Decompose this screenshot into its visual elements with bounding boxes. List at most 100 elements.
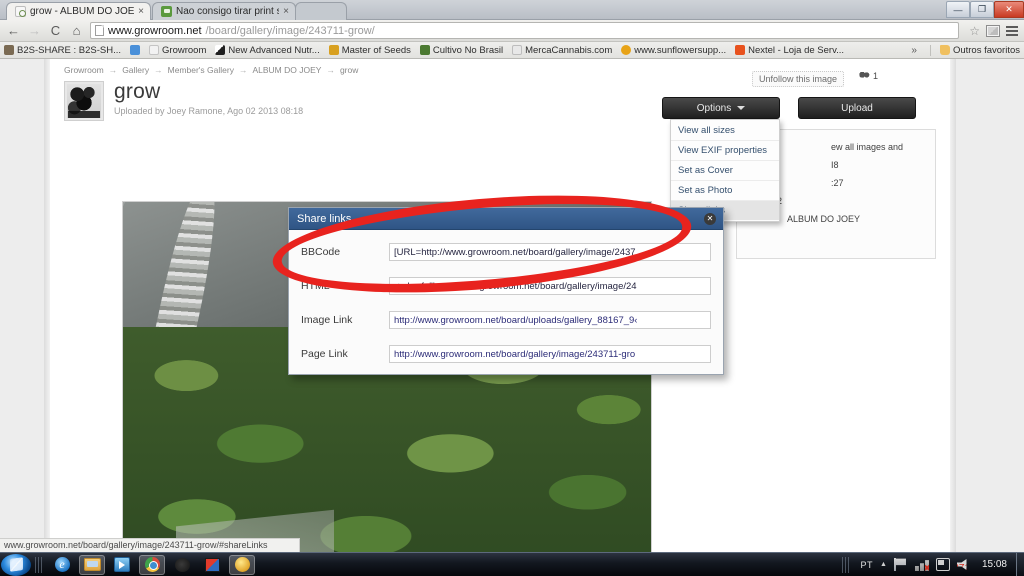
divider	[929, 44, 931, 56]
bookmark-favicon-icon	[328, 45, 339, 55]
menu-item-set-as-cover[interactable]: Set as Cover	[671, 161, 779, 181]
navigation-toolbar: ← → C ⌂ www.growroom.net/board/gallery/i…	[0, 20, 1024, 42]
info-value: :27	[831, 178, 844, 188]
followers-number: 1	[872, 71, 878, 81]
field-label: Page Link	[301, 347, 348, 360]
chrome-browser-window: grow - ALBUM DO JOEY - × Nao consigo tir…	[0, 0, 1024, 552]
page-info-icon	[95, 25, 104, 36]
close-icon[interactable]: ×	[138, 6, 144, 17]
dialog-titlebar: Share links ✕	[289, 208, 723, 230]
omnibox-actions: ☆	[965, 24, 1018, 38]
breadcrumb-item-growroom[interactable]: Growroom	[64, 65, 104, 75]
bookmark-new-advanced-nutr[interactable]: New Advanced Nutr...	[215, 44, 320, 56]
bookmark-label: Growroom	[162, 44, 207, 56]
tab-grow-album-do-joey[interactable]: grow - ALBUM DO JOEY - ×	[6, 2, 151, 20]
tab-title: grow - ALBUM DO JOEY -	[30, 6, 135, 17]
bbcode-input[interactable]: [URL=http://www.growroom.net/board/galle…	[389, 242, 711, 261]
breadcrumb-item-members-gallery[interactable]: Member's Gallery	[168, 65, 234, 75]
taskbar-opera-icon[interactable]	[169, 555, 195, 575]
upload-meta: Uploaded by Joey Ramone, Ago 02 2013 08:…	[114, 106, 304, 116]
menu-item-set-as-photo[interactable]: Set as Photo	[671, 181, 779, 201]
address-bar[interactable]: www.growroom.net/board/gallery/image/243…	[90, 22, 960, 39]
status-bar: www.growroom.net/board/gallery/image/243…	[0, 538, 300, 552]
info-value: ew all images and	[831, 142, 904, 152]
close-window-button[interactable]: ✕	[994, 1, 1024, 18]
volume-muted-icon[interactable]: \u2716	[956, 559, 967, 570]
bookmark-folder-outros-favoritos[interactable]: Outros favoritos	[939, 44, 1020, 56]
taskbar-internet-explorer-icon[interactable]	[49, 555, 75, 575]
taskbar-app-yellow-icon[interactable]	[229, 554, 255, 575]
bookmark-favicon-icon	[735, 45, 746, 55]
people-icon	[858, 71, 870, 81]
show-desktop-button[interactable]	[1016, 552, 1024, 576]
page-title: grow	[114, 80, 161, 103]
page-link-input[interactable]: http://www.growroom.net/board/gallery/im…	[389, 344, 711, 363]
bookmark-star-icon[interactable]: ☆	[969, 24, 980, 38]
bookmark-favicon-icon	[512, 45, 523, 55]
bookmark-sunflowersupp[interactable]: www.sunflowersupp...	[621, 45, 726, 56]
bookmark-b2s-share[interactable]: B2S-SHARE : B2S-SH...	[4, 45, 121, 56]
title-block: grow Uploaded by Joey Ramone, Ago 02 201…	[114, 80, 304, 117]
field-label: BBCode	[301, 245, 341, 258]
windows-taskbar: PT ▲ \u2716 15:08	[0, 552, 1024, 576]
hamburger-menu-icon[interactable]	[1006, 25, 1018, 36]
taskbar-grip[interactable]	[35, 556, 43, 573]
album-link[interactable]: ALBUM DO JOEY	[787, 210, 860, 228]
breadcrumb-item-grow[interactable]: grow	[340, 65, 358, 75]
bookmark-master-of-seeds[interactable]: Master of Seeds	[328, 45, 411, 56]
maximize-button[interactable]: ❐	[970, 1, 994, 18]
extension-icon[interactable]	[986, 24, 1000, 37]
page-edge-shadow	[950, 59, 956, 552]
taskbar-windows-explorer-icon[interactable]	[79, 554, 105, 575]
language-indicator[interactable]: PT	[861, 560, 874, 570]
back-arrow-icon[interactable]: ←	[6, 23, 21, 38]
address-path: /board/gallery/image/243711-grow/	[205, 24, 375, 37]
html-input[interactable]: <a href="http://www.growroom.net/board/g…	[389, 276, 711, 295]
image-link-input[interactable]: http://www.growroom.net/board/uploads/ga…	[389, 310, 711, 329]
action-center-flag-icon[interactable]	[893, 558, 906, 571]
screen-icon[interactable]	[935, 558, 950, 571]
bookmark-label: New Advanced Nutr...	[228, 44, 320, 56]
breadcrumb: Growroom → Gallery → Member's Gallery → …	[64, 65, 358, 75]
system-tray: PT ▲ \u2716 15:08	[838, 556, 1012, 573]
bookmark-mercacannabis[interactable]: MercaCannabis.com	[512, 45, 612, 56]
bookmark-blue-square[interactable]	[130, 45, 141, 55]
close-icon[interactable]: ×	[283, 6, 289, 17]
tab-nao-consigo-tirar-print[interactable]: Nao consigo tirar print scr ×	[152, 2, 296, 20]
taskbar-paint-icon[interactable]	[199, 555, 225, 575]
clock[interactable]: 15:08	[978, 559, 1007, 570]
bookmark-favicon-icon	[149, 45, 160, 55]
page-viewport: Growroom → Gallery → Member's Gallery → …	[0, 59, 1024, 552]
minimize-button[interactable]: —	[946, 1, 970, 18]
unfollow-image-button[interactable]: Unfollow this image	[751, 71, 844, 87]
home-icon[interactable]: ⌂	[69, 23, 84, 38]
reload-icon[interactable]: C	[48, 23, 63, 38]
menu-item-view-exif-properties[interactable]: View EXIF properties	[671, 141, 779, 161]
new-tab-button[interactable]	[295, 2, 347, 20]
upload-button[interactable]: Upload	[798, 97, 916, 119]
taskbar-google-chrome-icon[interactable]	[139, 554, 165, 575]
bookmark-cultivo-no-brasil[interactable]: Cultivo No Brasil	[419, 45, 503, 56]
breadcrumb-item-album-do-joey[interactable]: ALBUM DO JOEY	[252, 65, 321, 75]
bookmark-nextel[interactable]: Nextel - Loja de Serv...	[735, 45, 844, 56]
bookmark-label: B2S-SHARE : B2S-SH...	[17, 44, 122, 56]
network-disconnected-icon[interactable]	[914, 560, 929, 571]
breadcrumb-separator-icon: →	[238, 65, 248, 75]
tab-title: Nao consigo tirar print scr	[176, 6, 280, 17]
options-button[interactable]: Options	[662, 97, 780, 119]
forward-arrow-icon[interactable]: →	[27, 23, 42, 38]
start-button-icon[interactable]	[1, 553, 31, 576]
close-icon[interactable]: ✕	[704, 213, 716, 225]
bookmark-label: Outros favoritos	[952, 44, 1020, 56]
show-hidden-icons-icon[interactable]: ▲	[880, 561, 887, 568]
address-domain: www.growroom.net	[108, 24, 202, 37]
bookmark-growroom[interactable]: Growroom	[149, 45, 206, 56]
avatar[interactable]	[64, 81, 104, 121]
menu-item-view-all-sizes[interactable]: View all sizes	[671, 121, 779, 141]
bookmarks-overflow-icon[interactable]: »	[911, 45, 921, 56]
forum-favicon-icon	[161, 6, 172, 17]
bookmark-favicon-icon	[130, 45, 141, 55]
field-label: HTML	[301, 279, 330, 292]
breadcrumb-item-gallery[interactable]: Gallery	[122, 65, 149, 75]
taskbar-media-player-icon[interactable]	[109, 555, 135, 575]
